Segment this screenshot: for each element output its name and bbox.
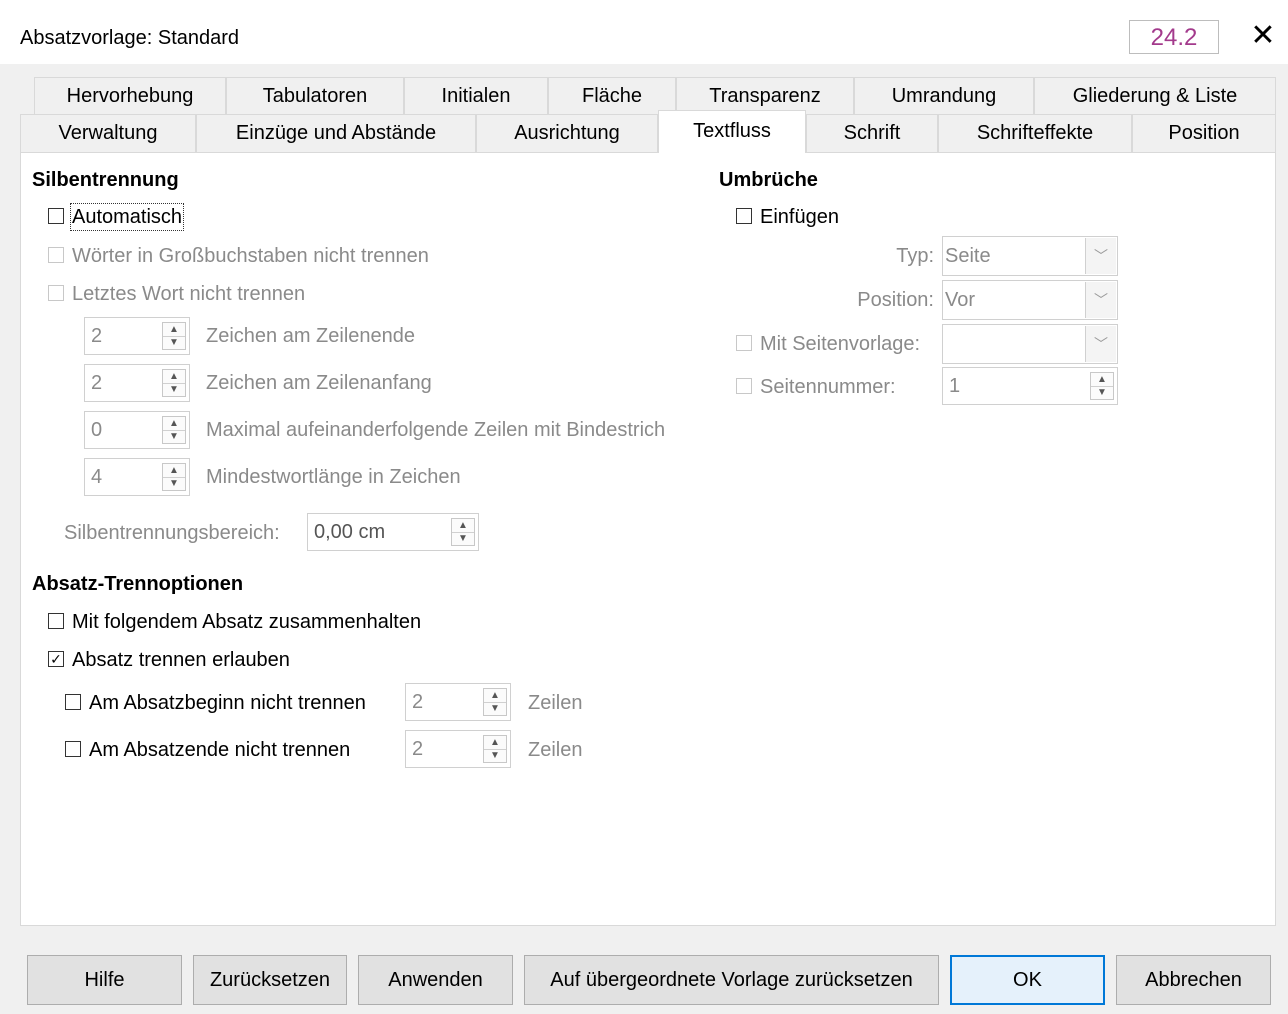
spin-up-icon[interactable]: ▲ bbox=[484, 689, 506, 703]
tab-umrandung[interactable]: Umrandung bbox=[854, 77, 1034, 115]
widow-stepper[interactable]: 2 ▲ ▼ bbox=[405, 730, 511, 768]
window-title: Absatzvorlage: Standard bbox=[20, 27, 240, 49]
break-position-label: Position: bbox=[857, 289, 934, 311]
chevron-down-icon[interactable]: ﹀ bbox=[1085, 238, 1116, 274]
chars-line-end-label: Zeichen am Zeilenende bbox=[206, 325, 416, 347]
chars-line-begin-stepper[interactable]: 2 ▲ ▼ bbox=[84, 364, 190, 402]
reset-to-parent-button[interactable]: Auf übergeordnete Vorlage zurücksetzen bbox=[524, 955, 939, 1005]
spin-down-icon[interactable]: ▼ bbox=[484, 749, 506, 762]
tab-tabulatoren[interactable]: Tabulatoren bbox=[226, 77, 404, 115]
orphan-stepper[interactable]: 2 ▲ ▼ bbox=[405, 683, 511, 721]
widow-value: 2 bbox=[412, 738, 424, 760]
tab-schrifteffekte[interactable]: Schrifteffekte bbox=[938, 114, 1132, 152]
tab-ausrichtung[interactable]: Ausrichtung bbox=[476, 114, 658, 152]
break-position-select[interactable]: Vor ﹀ bbox=[942, 280, 1118, 320]
spin-down-icon[interactable]: ▼ bbox=[452, 532, 474, 545]
chars-line-begin-value: 2 bbox=[91, 372, 103, 394]
break-position-value: Vor bbox=[945, 289, 976, 311]
keep-with-next-checkbox[interactable] bbox=[48, 613, 64, 629]
tab-einzuege-abstaende[interactable]: Einzüge und Abstände bbox=[196, 114, 476, 152]
min-word-length-label: Mindestwortlänge in Zeichen bbox=[206, 466, 461, 488]
spin-up-icon[interactable]: ▲ bbox=[163, 464, 185, 478]
tab-verwaltung[interactable]: Verwaltung bbox=[20, 114, 196, 152]
chevron-down-icon[interactable]: ﹀ bbox=[1085, 282, 1116, 318]
orphan-unit: Zeilen bbox=[528, 692, 583, 714]
widow-label: Am Absatzende nicht trennen bbox=[89, 739, 351, 761]
page-style-checkbox[interactable] bbox=[736, 335, 752, 351]
reset-button[interactable]: Zurücksetzen bbox=[193, 955, 347, 1005]
no-last-word-checkbox[interactable] bbox=[48, 285, 64, 301]
version-badge: 24.2 bbox=[1129, 20, 1219, 54]
orphan-checkbox[interactable] bbox=[65, 694, 81, 710]
no-last-word-label: Letztes Wort nicht trennen bbox=[72, 283, 306, 305]
break-type-label: Typ: bbox=[896, 245, 934, 267]
spin-up-icon[interactable]: ▲ bbox=[163, 323, 185, 337]
page-number-stepper[interactable]: 1 ▲ ▼ bbox=[942, 367, 1118, 405]
spin-down-icon[interactable]: ▼ bbox=[163, 383, 185, 396]
page-style-select[interactable]: ﹀ bbox=[942, 324, 1118, 364]
no-caps-checkbox[interactable] bbox=[48, 247, 64, 263]
hyphenation-zone-stepper[interactable]: 0,00 cm ▲ ▼ bbox=[307, 513, 479, 551]
ok-button[interactable]: OK bbox=[950, 955, 1105, 1005]
page-number-value: 1 bbox=[949, 375, 961, 397]
page-number-label: Seitennummer: bbox=[760, 376, 896, 398]
max-hyphens-stepper[interactable]: 0 ▲ ▼ bbox=[84, 411, 190, 449]
chevron-down-icon[interactable]: ﹀ bbox=[1085, 326, 1116, 362]
page-style-label: Mit Seitenvorlage: bbox=[760, 333, 921, 355]
breaks-heading: Umbrüche bbox=[719, 169, 818, 191]
page-number-checkbox[interactable] bbox=[736, 378, 752, 394]
allow-split-label: Absatz trennen erlauben bbox=[72, 649, 290, 671]
min-word-length-stepper[interactable]: 4 ▲ ▼ bbox=[84, 458, 190, 496]
help-button[interactable]: Hilfe bbox=[27, 955, 182, 1005]
spin-up-icon[interactable]: ▲ bbox=[163, 417, 185, 431]
insert-break-checkbox[interactable] bbox=[736, 208, 752, 224]
min-word-length-value: 4 bbox=[91, 466, 103, 488]
tab-textfluss[interactable]: Textfluss bbox=[658, 110, 806, 153]
automatic-label[interactable]: Automatisch bbox=[69, 203, 185, 231]
spin-up-icon[interactable]: ▲ bbox=[484, 736, 506, 750]
tab-hervorhebung[interactable]: Hervorhebung bbox=[34, 77, 226, 115]
orphan-value: 2 bbox=[412, 691, 424, 713]
break-type-value: Seite bbox=[945, 245, 991, 267]
chars-line-begin-label: Zeichen am Zeilenanfang bbox=[206, 372, 432, 394]
allow-split-checkbox[interactable]: ✓ bbox=[48, 651, 64, 667]
no-caps-label: Wörter in Großbuchstaben nicht trennen bbox=[72, 245, 429, 267]
chars-line-end-value: 2 bbox=[91, 325, 103, 347]
automatic-checkbox[interactable] bbox=[48, 208, 64, 224]
split-options-heading: Absatz-Trennoptionen bbox=[32, 573, 244, 595]
spin-down-icon[interactable]: ▼ bbox=[163, 336, 185, 349]
apply-button[interactable]: Anwenden bbox=[358, 955, 513, 1005]
insert-break-label: Einfügen bbox=[760, 206, 839, 228]
keep-with-next-label: Mit folgendem Absatz zusammenhalten bbox=[72, 611, 422, 633]
tab-position[interactable]: Position bbox=[1132, 114, 1276, 152]
hyphenation-zone-value: 0,00 cm bbox=[314, 521, 386, 543]
tab-gliederung-liste[interactable]: Gliederung & Liste bbox=[1034, 77, 1276, 115]
chars-line-end-stepper[interactable]: 2 ▲ ▼ bbox=[84, 317, 190, 355]
break-type-select[interactable]: Seite ﹀ bbox=[942, 236, 1118, 276]
spin-down-icon[interactable]: ▼ bbox=[163, 477, 185, 490]
widow-unit: Zeilen bbox=[528, 739, 583, 761]
hyphenation-heading: Silbentrennung bbox=[32, 169, 179, 191]
close-icon[interactable]: ✕ bbox=[1245, 18, 1281, 54]
tab-initialen[interactable]: Initialen bbox=[404, 77, 548, 115]
tab-flaeche[interactable]: Fläche bbox=[548, 77, 676, 115]
spin-down-icon[interactable]: ▼ bbox=[163, 430, 185, 443]
spin-down-icon[interactable]: ▼ bbox=[1091, 386, 1113, 399]
max-hyphens-label: Maximal aufeinanderfolgende Zeilen mit B… bbox=[206, 419, 666, 441]
widow-checkbox[interactable] bbox=[65, 741, 81, 757]
spin-up-icon[interactable]: ▲ bbox=[452, 519, 474, 533]
spin-down-icon[interactable]: ▼ bbox=[484, 702, 506, 715]
orphan-label: Am Absatzbeginn nicht trennen bbox=[89, 692, 366, 714]
spin-up-icon[interactable]: ▲ bbox=[1091, 373, 1113, 387]
cancel-button[interactable]: Abbrechen bbox=[1116, 955, 1271, 1005]
spin-up-icon[interactable]: ▲ bbox=[163, 370, 185, 384]
hyphenation-zone-label: Silbentrennungsbereich: bbox=[64, 522, 280, 544]
max-hyphens-value: 0 bbox=[91, 419, 103, 441]
tab-schrift[interactable]: Schrift bbox=[806, 114, 938, 152]
